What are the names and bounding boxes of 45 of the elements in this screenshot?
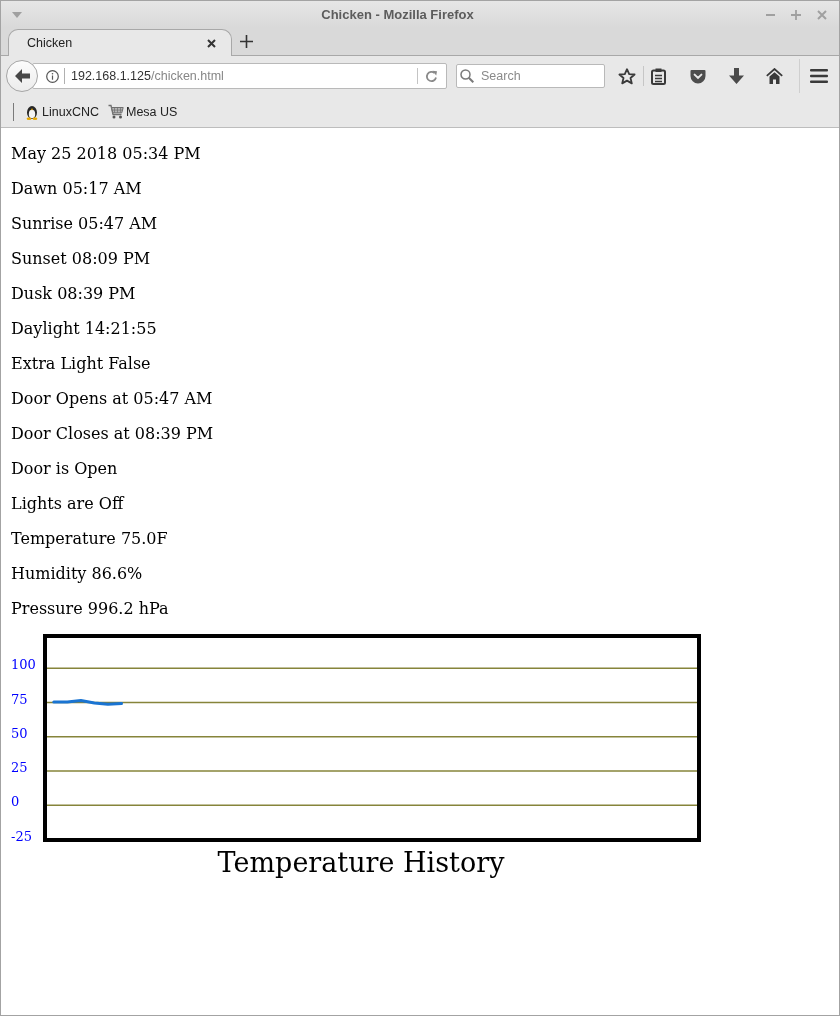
info-text: Sunrise 05:47 AM — [11, 214, 159, 233]
chart-title: Temperature History — [216, 846, 506, 879]
info-text: Door is Open — [11, 459, 119, 478]
penguin-icon — [24, 103, 40, 120]
search-placeholder: Search — [481, 69, 521, 83]
back-button[interactable] — [6, 60, 38, 92]
shield-icon[interactable] — [690, 68, 706, 84]
back-arrow-icon — [14, 69, 30, 83]
info-icon[interactable] — [46, 69, 59, 83]
info-text: May 25 2018 05:34 PM — [11, 144, 202, 163]
window-title: Chicken - Mozilla Firefox — [320, 7, 475, 22]
clipboard-icon[interactable] — [651, 67, 666, 85]
info-text: Extra Light False — [11, 354, 152, 373]
menu-icon[interactable] — [810, 69, 828, 83]
info-text: Dawn 05:17 AM — [11, 179, 143, 198]
star-icon[interactable] — [618, 67, 636, 85]
info-text: Sunset 08:09 PM — [11, 249, 152, 268]
y-tick-label: 75 — [11, 691, 28, 707]
close-icon[interactable] — [207, 38, 216, 48]
home-icon[interactable] — [766, 68, 783, 84]
info-text: Daylight 14:21:55 — [11, 319, 158, 338]
download-icon[interactable] — [729, 68, 744, 84]
temperature-line — [52, 699, 123, 706]
y-tick-label: 0 — [11, 794, 20, 810]
address-field[interactable]: 192.168.1.125/chicken.html — [32, 63, 447, 89]
cart-icon — [107, 104, 124, 119]
info-text: Lights are Off — [11, 494, 126, 513]
info-text: Humidity 86.6% — [11, 564, 144, 583]
search-icon — [460, 69, 474, 83]
y-tick-label: 25 — [11, 760, 28, 775]
url-text: 192.168.1.125/chicken.html — [71, 69, 225, 83]
info-text: Pressure 996.2 hPa — [11, 599, 170, 618]
reload-icon[interactable] — [425, 69, 438, 83]
search-field[interactable]: Search — [456, 64, 605, 88]
tab[interactable]: Chicken — [8, 29, 232, 56]
bookmark-link[interactable]: Mesa US — [107, 104, 178, 119]
info-text: Door Opens at 05:47 AM — [11, 389, 214, 408]
info-text: Door Closes at 08:39 PM — [11, 424, 215, 443]
y-tick-label: -25 — [11, 828, 32, 842]
y-tick-label: 100 — [11, 657, 36, 673]
bookmark-link[interactable]: LinuxCNC — [24, 103, 99, 120]
plus-icon[interactable] — [240, 35, 253, 48]
info-text: Dusk 08:39 PM — [11, 284, 137, 303]
y-tick-label: 50 — [11, 725, 28, 741]
info-text: Temperature 75.0F — [11, 529, 169, 548]
